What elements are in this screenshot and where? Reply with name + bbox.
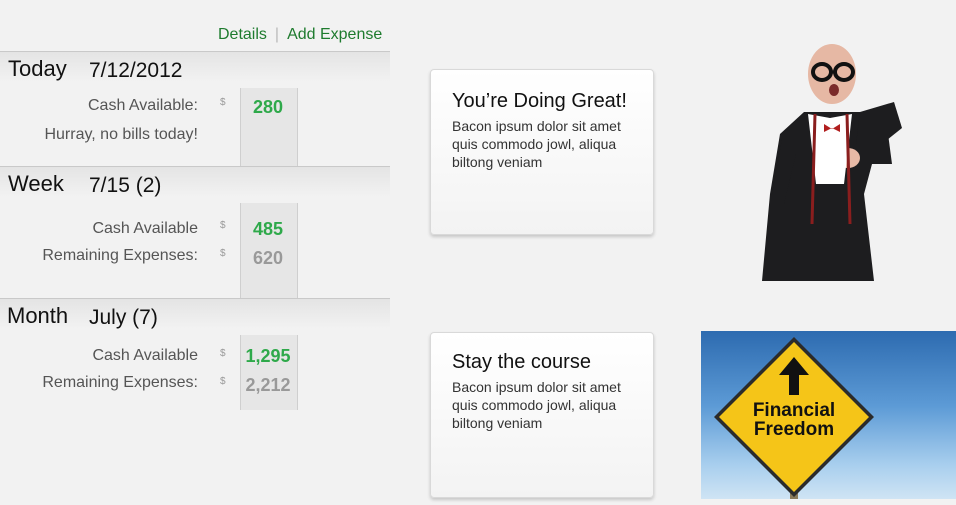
stay-course-card[interactable]: Stay the course Bacon ipsum dolor sit am…: [430, 332, 654, 498]
today-cash-label: Cash Available:: [88, 97, 198, 114]
add-expense-link[interactable]: Add Expense: [287, 26, 382, 43]
month-remaining-currency: $: [220, 376, 226, 387]
today-date: 7/12/2012: [89, 59, 183, 82]
card-title: You’re Doing Great!: [452, 90, 627, 112]
month-cash-currency: $: [220, 348, 226, 359]
week-cash-value: 485: [252, 219, 284, 239]
today-cash-value: 280: [252, 97, 284, 117]
month-remaining-label: Remaining Expenses:: [42, 374, 198, 391]
top-nav: Details | Add Expense: [218, 26, 382, 44]
month-cash-label: Cash Available: [92, 347, 198, 364]
month-remaining-value: 2,212: [245, 375, 291, 395]
nav-separator: |: [274, 26, 280, 43]
sign-line-1: Financial: [753, 400, 835, 421]
week-header: Week 7/15 (2): [0, 166, 390, 197]
details-link[interactable]: Details: [218, 26, 267, 43]
week-cash-label: Cash Available: [92, 220, 198, 237]
week-remaining-value: 620: [252, 248, 284, 268]
card-body: Bacon ipsum dolor sit amet quis commodo …: [452, 379, 621, 431]
month-range: July (7): [89, 306, 158, 329]
month-header: Month July (7): [0, 298, 390, 329]
week-title: Week: [8, 171, 64, 196]
week-remaining-currency: $: [220, 248, 226, 259]
month-cash-value: 1,295: [245, 346, 291, 366]
financial-freedom-image: Financial Freedom: [701, 331, 956, 499]
today-title: Today: [8, 56, 67, 81]
week-range: 7/15 (2): [89, 174, 162, 197]
week-cash-currency: $: [220, 220, 226, 231]
road-sign-graphic: Financial Freedom: [714, 337, 874, 499]
today-header: Today 7/12/2012: [0, 51, 390, 82]
encouragement-card[interactable]: You’re Doing Great! Bacon ipsum dolor si…: [430, 69, 654, 235]
card-body: Bacon ipsum dolor sit amet quis commodo …: [452, 118, 621, 170]
month-section: Month July (7) Cash Available $ 1,295 Re…: [0, 298, 390, 410]
today-message: Hurray, no bills today!: [44, 126, 198, 143]
today-cash-currency: $: [220, 97, 226, 108]
excited-man-image: [762, 44, 902, 281]
month-title: Month: [7, 303, 69, 328]
sign-line-2: Freedom: [754, 419, 834, 440]
week-remaining-label: Remaining Expenses:: [42, 247, 198, 264]
week-section: Week 7/15 (2) Cash Available $ 485 Remai…: [0, 166, 390, 298]
card-title: Stay the course: [452, 351, 591, 373]
today-section: Today 7/12/2012 Cash Available: $ 280 Hu…: [0, 51, 390, 166]
